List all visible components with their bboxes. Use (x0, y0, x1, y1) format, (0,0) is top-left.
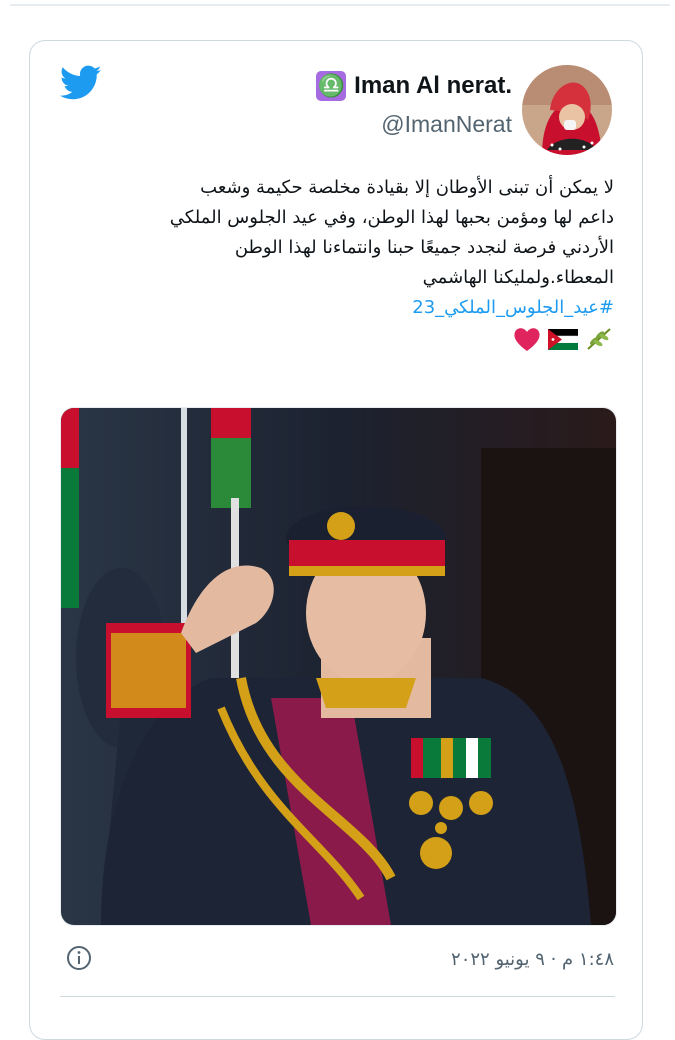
top-divider (10, 4, 670, 6)
embedded-tweet-card[interactable]: ♎ Iman Al nerat. @ImanNerat لا يمكن أن ت… (29, 40, 643, 1040)
user-handle[interactable]: @ImanNerat (316, 111, 512, 138)
twitter-bird-icon[interactable] (60, 65, 102, 101)
tweet-timestamp[interactable]: ١:٤٨ م · ٩ يونيو ٢٠٢٢ (451, 949, 614, 970)
tweet-text-line-3: الأردني فرصة لنجدد جميعًا حبنا وانتماءنا… (234, 237, 614, 258)
hashtag-link[interactable]: #عيد_الجلوس_الملكي_23 (54, 293, 614, 323)
jordan-flag-icon (548, 329, 578, 350)
footer-divider (60, 996, 615, 997)
tweet-text-line-4: المعطاء.ولمليكنا الهاشمي (422, 267, 614, 288)
tweet-text-line-1: لا يمكن أن تبنى الأوطان إلا بقيادة مخلصة… (200, 177, 614, 198)
avatar[interactable] (522, 65, 612, 155)
tweet-body: لا يمكن أن تبنى الأوطان إلا بقيادة مخلصة… (54, 173, 614, 353)
olive-branch-icon (587, 328, 611, 350)
display-name[interactable]: Iman Al nerat. (354, 72, 512, 100)
info-icon[interactable] (66, 945, 92, 971)
tweet-text-line-2: داعم لها ومؤمن بحبها لهذا الوطن، وفي عيد… (169, 207, 614, 228)
red-heart-icon (514, 328, 540, 351)
tweet-author[interactable]: ♎ Iman Al nerat. @ImanNerat (316, 71, 512, 138)
libra-badge-icon: ♎ (316, 71, 347, 101)
emoji-row (54, 325, 614, 353)
display-name-row[interactable]: ♎ Iman Al nerat. (316, 71, 512, 101)
tweet-photo[interactable] (60, 407, 617, 926)
